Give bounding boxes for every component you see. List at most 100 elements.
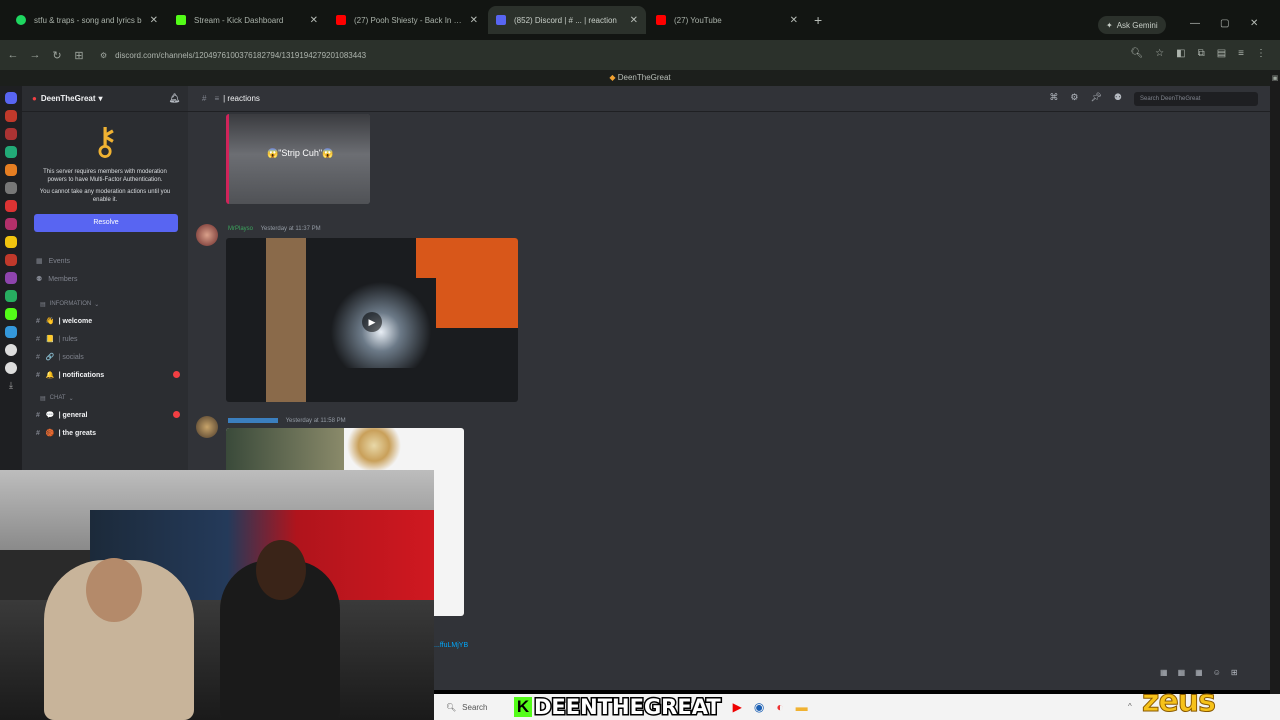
site-info-icon[interactable]: ⚙	[100, 51, 107, 60]
side-panel-icon[interactable]: ▣	[1270, 74, 1280, 82]
sidebar-icon[interactable]: ▤	[1217, 48, 1226, 59]
new-tab-button[interactable]: +	[814, 12, 822, 28]
server-icon[interactable]	[5, 272, 17, 284]
channel-welcome[interactable]: # 👋 | welcome	[22, 312, 188, 330]
avatar[interactable]	[196, 224, 218, 246]
bell-icon[interactable]: 🔔︎	[169, 93, 180, 104]
extensions-puzzle-icon[interactable]: ⧉	[1198, 48, 1205, 59]
sticker-icon[interactable]: ▦	[1195, 668, 1203, 677]
taskbar-search[interactable]: 🔍︎ Search	[440, 698, 510, 716]
apps-icon[interactable]: ⊞	[1231, 668, 1238, 677]
message-link[interactable]: ...ffuLMjYB	[434, 642, 468, 649]
close-icon[interactable]: ✕	[630, 15, 638, 26]
play-icon[interactable]: ▶	[362, 312, 382, 332]
server-icon[interactable]	[5, 344, 17, 356]
events-item[interactable]: ▦ Events	[22, 252, 188, 270]
video-embed[interactable]: ▶	[226, 238, 518, 402]
close-icon[interactable]: ✕	[790, 15, 798, 26]
search-input[interactable]: Search DeenTheGreat	[1134, 91, 1258, 106]
notification-settings-icon[interactable]: ⚙	[1070, 92, 1078, 106]
server-icon[interactable]	[5, 218, 17, 230]
members-label: Members	[48, 275, 78, 283]
close-icon[interactable]: ✕	[150, 15, 158, 26]
server-icon[interactable]	[5, 200, 17, 212]
channel-general[interactable]: # 💬 | general	[22, 406, 188, 424]
server-header[interactable]: ● DeenTheGreat ▾ 🔔︎	[22, 86, 188, 112]
streamer-name: DEENTHEGREAT	[533, 694, 723, 720]
tab-search-icon[interactable]: ⊞	[68, 49, 90, 62]
tab-youtube[interactable]: (27) YouTube ✕	[648, 6, 806, 34]
search-label: Search	[462, 702, 488, 712]
tab-discord[interactable]: (852) Discord | # ... | reaction ✕	[488, 6, 646, 34]
zoom-icon[interactable]: 🔍︎	[1130, 48, 1143, 59]
server-icon[interactable]	[5, 236, 17, 248]
channel-name: | welcome	[58, 317, 93, 325]
tab-title: Stream - Kick Dashboard	[194, 15, 284, 25]
server-icon[interactable]	[5, 128, 17, 140]
reload-icon[interactable]: ↻	[46, 49, 68, 62]
ask-gemini-button[interactable]: ✦ Ask Gemini	[1098, 16, 1166, 34]
gif-icon[interactable]: ▦	[1178, 668, 1186, 677]
author-name[interactable]	[228, 418, 278, 423]
download-icon[interactable]: ⤓	[5, 380, 17, 392]
server-icon[interactable]	[5, 254, 17, 266]
gift-icon[interactable]: ▦	[1160, 668, 1168, 677]
close-icon[interactable]: ✕	[310, 15, 318, 26]
close-window-icon[interactable]: ✕	[1250, 18, 1258, 29]
book-emoji-icon: 📒	[45, 336, 55, 343]
author-name[interactable]: MrPlayso	[228, 226, 253, 232]
channel-socials[interactable]: # 🔗 | socials	[22, 348, 188, 366]
steam-icon[interactable]: ◉	[754, 700, 764, 714]
maximize-icon[interactable]: ▢	[1220, 18, 1229, 29]
extension-icon[interactable]: ◧	[1176, 48, 1185, 59]
resolve-button[interactable]: Resolve	[34, 214, 178, 232]
menu-icon[interactable]: ⋮	[1256, 48, 1266, 59]
folder-icon[interactable]: ▬	[796, 700, 808, 714]
video-embed[interactable]: 😱"Strip Cuh"😱	[226, 114, 370, 204]
hash-icon: #	[36, 411, 40, 419]
mfa-subtext: You cannot take any moderation actions u…	[39, 189, 171, 203]
emoji-icon[interactable]: ☺	[1213, 668, 1221, 677]
tab-kick-dashboard[interactable]: Stream - Kick Dashboard ✕	[168, 6, 326, 34]
tab-youtube-video[interactable]: (27) Pooh Shiesty - Back In Blo ✕	[328, 6, 486, 34]
taskbar-apps: ▶ ◉ ◐ ▬	[733, 700, 808, 714]
channel-the-greats[interactable]: # 🏀 | the greats	[22, 424, 188, 442]
back-icon[interactable]: ←	[2, 49, 24, 61]
tab-spotify[interactable]: stfu & traps - song and lyrics b ✕	[8, 6, 166, 34]
window-title: ◆ DeenTheGreat	[0, 70, 1280, 86]
chevron-down-icon: ⌄	[94, 301, 100, 308]
avatar[interactable]	[196, 416, 218, 438]
tray-chevron-icon[interactable]: ^	[1128, 702, 1132, 711]
server-status-icon: ●	[32, 94, 37, 103]
home-icon[interactable]	[5, 92, 17, 104]
members-item[interactable]: ⚉ Members	[22, 270, 188, 288]
profile-icon[interactable]: ≡	[1238, 48, 1244, 59]
close-icon[interactable]: ✕	[470, 15, 478, 26]
threads-icon[interactable]: #	[202, 94, 206, 103]
youtube-icon	[656, 15, 666, 25]
server-icon[interactable]	[5, 164, 17, 176]
server-icon[interactable]	[5, 110, 17, 122]
member-list-icon[interactable]: ⚉	[1114, 92, 1122, 106]
minimize-icon[interactable]: —	[1190, 18, 1200, 29]
category-information[interactable]: ▤ INFORMATION ⌄	[22, 296, 188, 312]
embed-caption: 😱"Strip Cuh"😱	[267, 148, 334, 158]
server-icon[interactable]	[5, 146, 17, 158]
channel-rules[interactable]: # 📒 | rules	[22, 330, 188, 348]
hash-icon: #	[36, 353, 40, 361]
threads-icon[interactable]: ⌘	[1049, 92, 1058, 106]
explore-icon[interactable]	[5, 362, 17, 374]
server-icon[interactable]	[5, 326, 17, 338]
server-icon[interactable]	[5, 182, 17, 194]
bookmark-star-icon[interactable]: ☆	[1155, 48, 1164, 59]
server-icon[interactable]	[5, 308, 17, 320]
chrome-icon[interactable]: ◐	[776, 700, 783, 714]
channel-notifications[interactable]: # 🔔 | notifications	[22, 366, 188, 384]
youtube-icon[interactable]: ▶	[733, 700, 742, 714]
pin-icon[interactable]: 📌︎	[1090, 92, 1101, 106]
url-field[interactable]: ⚙ discord.com/channels/12049761003761827…	[100, 45, 1140, 65]
forward-icon[interactable]: →	[24, 49, 46, 61]
server-icon[interactable]	[5, 290, 17, 302]
category-chat[interactable]: ▤ CHAT ⌄	[22, 390, 188, 406]
channel-header: # ≡ | reactions ⌘ ⚙ 📌︎ ⚉ Search DeenTheG…	[188, 86, 1270, 112]
